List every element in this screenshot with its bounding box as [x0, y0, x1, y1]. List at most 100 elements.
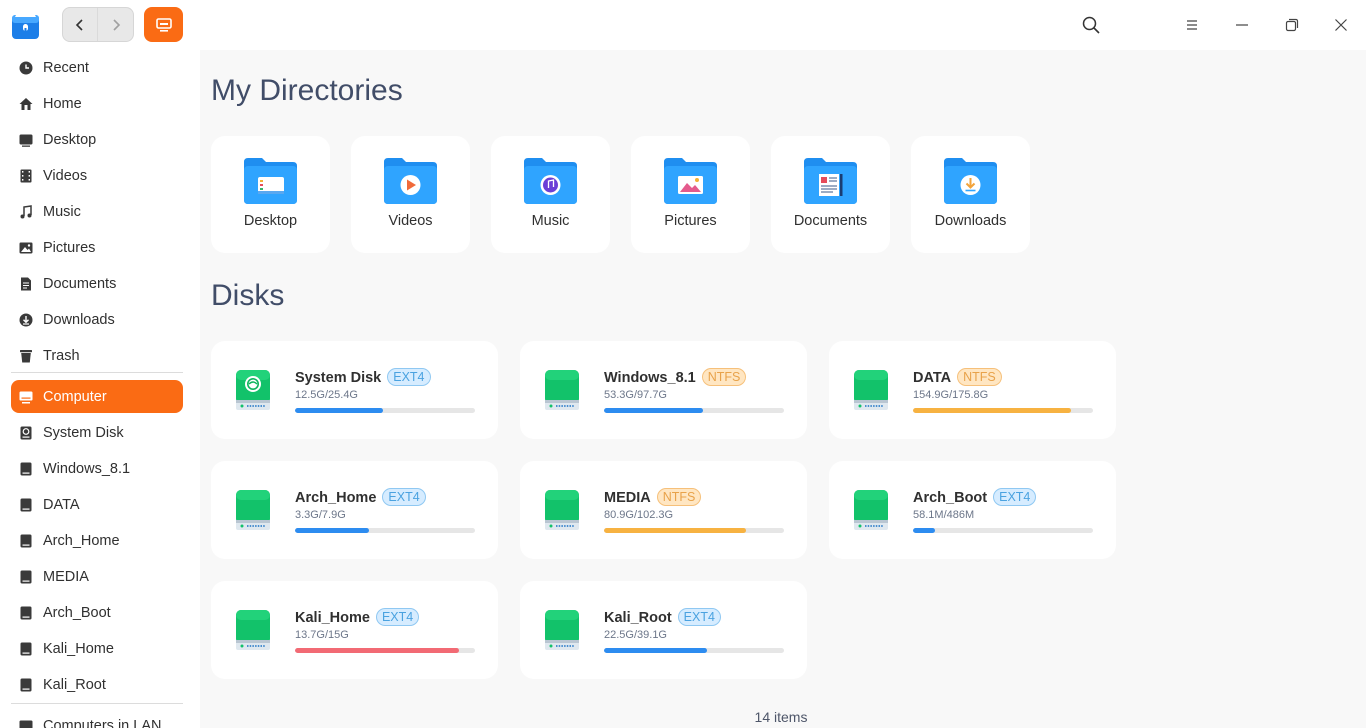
sidebar-item-recent[interactable]: Recent [11, 51, 183, 84]
sidebar-item-label: Computer [43, 388, 107, 405]
directory-desktop[interactable]: Desktop [211, 136, 330, 253]
sidebar-item-documents[interactable]: Documents [11, 267, 183, 300]
filesystem-badge: NTFS [957, 368, 1002, 386]
directory-downloads[interactable]: Downloads [911, 136, 1030, 253]
minimize-icon [1236, 24, 1248, 26]
sidebar-item-home[interactable]: Home [11, 87, 183, 120]
disk-name: Windows_8.1 NTFS [604, 368, 747, 386]
sidebar-item-desktop[interactable]: Desktop [11, 123, 183, 156]
disk-card-system-disk[interactable]: System Disk EXT4 12.5G/25.4G [211, 341, 498, 439]
filesystem-badge: NTFS [701, 368, 747, 386]
sidebar-item-computers-in-lan[interactable]: Computers in LAN [11, 709, 183, 728]
documents-folder-icon [804, 158, 857, 204]
disk-icon [18, 641, 34, 657]
disk-size: 12.5G/25.4G [295, 389, 358, 401]
directory-pictures[interactable]: Pictures [631, 136, 750, 253]
sidebar-item-arch-home[interactable]: Arch_Home [11, 524, 183, 557]
music-note-icon [18, 204, 34, 220]
picture-icon [18, 240, 34, 256]
sidebar-item-music[interactable]: Music [11, 195, 183, 228]
close-button[interactable] [1329, 13, 1353, 37]
sidebar-item-pictures[interactable]: Pictures [11, 231, 183, 264]
disk-usage-fill [295, 648, 459, 653]
disk-name: Arch_Home EXT4 [295, 488, 426, 506]
directory-music[interactable]: Music [491, 136, 610, 253]
sidebar-divider [11, 703, 183, 704]
directory-documents[interactable]: Documents [771, 136, 890, 253]
disk-name-text: Kali_Root [604, 610, 672, 626]
disk-card-arch-home[interactable]: Arch_Home EXT4 3.3G/7.9G [211, 461, 498, 559]
sidebar-item-label: Videos [43, 167, 88, 184]
drive-icon [854, 490, 888, 530]
disk-name-text: Windows_8.1 [604, 370, 696, 386]
sidebar-item-label: Desktop [43, 131, 97, 148]
minimize-button[interactable] [1230, 13, 1254, 37]
sidebar-item-label: Arch_Home [43, 532, 120, 549]
disk-size: 80.9G/102.3G [604, 509, 674, 521]
disk-name-text: Arch_Home [295, 490, 377, 506]
disk-card-media[interactable]: MEDIA NTFS 80.9G/102.3G [520, 461, 807, 559]
sidebar-item-kali-home[interactable]: Kali_Home [11, 632, 183, 665]
sidebar-item-computer[interactable]: Computer [11, 380, 183, 413]
computer-view-button[interactable] [144, 7, 183, 42]
disk-size: 53.3G/97.7G [604, 389, 667, 401]
sidebar-item-data[interactable]: DATA [11, 488, 183, 521]
filesystem-badge: EXT4 [382, 488, 426, 506]
maximize-button[interactable] [1280, 13, 1304, 37]
directory-videos[interactable]: Videos [351, 136, 470, 253]
drive-icon [236, 370, 270, 410]
sidebar-item-videos[interactable]: Videos [11, 159, 183, 192]
sidebar-item-label: Home [43, 95, 82, 112]
drive-icon [854, 370, 888, 410]
clock-icon [18, 60, 34, 76]
music-folder-icon [524, 158, 577, 204]
sidebar-item-label: Documents [43, 275, 117, 292]
menu-button[interactable] [1180, 13, 1204, 37]
sidebar-item-windows-8-1[interactable]: Windows_8.1 [11, 452, 183, 485]
directory-label: Downloads [934, 213, 1007, 229]
disk-name: Kali_Home EXT4 [295, 608, 420, 626]
directory-label: Videos [388, 213, 433, 229]
drive-icon [545, 370, 579, 410]
disk-card-kali-home[interactable]: Kali_Home EXT4 13.7G/15G [211, 581, 498, 679]
disk-icon [18, 605, 34, 621]
disk-card-kali-root[interactable]: Kali_Root EXT4 22.5G/39.1G [520, 581, 807, 679]
back-button[interactable] [63, 8, 99, 41]
disk-name: DATA NTFS [913, 368, 1002, 386]
disk-size: 13.7G/15G [295, 629, 349, 641]
disk-card-windows-8-1[interactable]: Windows_8.1 NTFS 53.3G/97.7G [520, 341, 807, 439]
section-title-disks: Disks [211, 279, 285, 312]
disk-card-arch-boot[interactable]: Arch_Boot EXT4 58.1M/486M [829, 461, 1116, 559]
disk-usage-bar [295, 648, 475, 653]
forward-button[interactable] [98, 8, 133, 41]
disk-usage-fill [604, 648, 707, 653]
disk-usage-fill [913, 528, 935, 533]
sidebar-item-arch-boot[interactable]: Arch_Boot [11, 596, 183, 629]
sidebar-item-downloads[interactable]: Downloads [11, 303, 183, 336]
sidebar-item-system-disk[interactable]: System Disk [11, 416, 183, 449]
sidebar-item-trash[interactable]: Trash [11, 339, 183, 372]
disk-icon [18, 461, 34, 477]
disk-usage-fill [295, 528, 369, 533]
disk-name-text: DATA [913, 370, 952, 386]
filesystem-badge: EXT4 [993, 488, 1037, 506]
sidebar-item-label: Kali_Root [43, 676, 106, 693]
desktop-folder-icon [244, 158, 297, 204]
sidebar: Recent Home Desktop Videos Music Picture… [0, 50, 200, 728]
disk-size: 154.9G/175.8G [913, 389, 989, 401]
sidebar-item-label: Downloads [43, 311, 115, 328]
home-icon [18, 96, 34, 112]
network-icon [18, 718, 34, 728]
search-button[interactable] [1079, 13, 1103, 37]
section-title-directories: My Directories [211, 74, 403, 107]
sidebar-item-label: Trash [43, 347, 80, 364]
sidebar-item-kali-root[interactable]: Kali_Root [11, 668, 183, 701]
sidebar-item-media[interactable]: MEDIA [11, 560, 183, 593]
sidebar-item-label: Pictures [43, 239, 96, 256]
disk-card-data[interactable]: DATA NTFS 154.9G/175.8G [829, 341, 1116, 439]
disk-name-text: System Disk [295, 370, 382, 386]
directory-label: Music [531, 213, 570, 229]
disk-usage-bar [604, 528, 784, 533]
sidebar-item-label: DATA [43, 496, 80, 513]
file-manager-logo-icon[interactable] [11, 11, 40, 40]
